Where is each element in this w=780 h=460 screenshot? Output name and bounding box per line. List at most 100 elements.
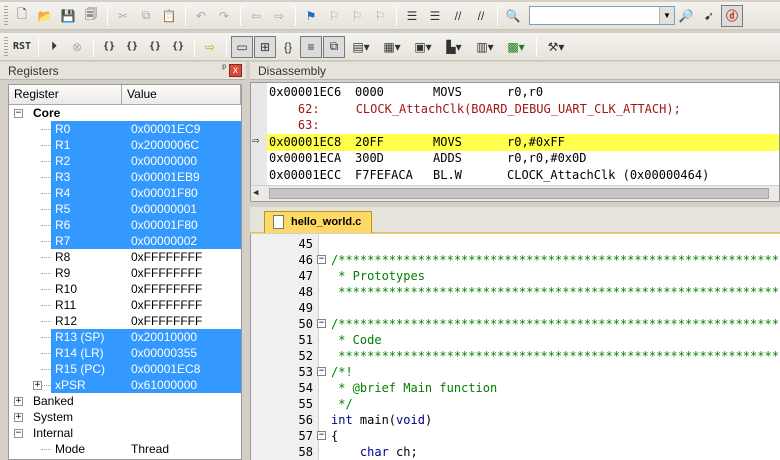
register-row[interactable]: R10 0xFFFFFFFF (9, 281, 241, 297)
register-value[interactable]: 0xFFFFFFFF (131, 281, 202, 297)
register-value[interactable]: 0xFFFFFFFF (131, 265, 202, 281)
call-stack-window-icon[interactable]: ⧉ (323, 35, 345, 58)
step-into-icon[interactable]: {} (98, 36, 120, 58)
find-combo[interactable]: ▼ (529, 6, 675, 25)
step-over-icon[interactable]: {} (121, 36, 143, 58)
register-row[interactable]: R13 (SP) 0x20010000 (9, 329, 241, 345)
register-row[interactable]: R14 (LR) 0x00000355 (9, 345, 241, 361)
reset-button[interactable]: RST (11, 36, 33, 58)
navigate-back-icon[interactable]: ⇦ (245, 5, 267, 27)
symbols-window-icon[interactable]: {} (277, 36, 299, 58)
register-row[interactable]: R5 0x00000001 (9, 201, 241, 217)
register-value[interactable]: 0x00000002 (131, 233, 197, 249)
code-line[interactable]: 58 char ch; (251, 444, 780, 460)
value-column-heading[interactable]: Value (122, 85, 241, 104)
disassembly-window-icon[interactable]: ⊞ (254, 35, 276, 58)
register-row[interactable]: R11 0xFFFFFFFF (9, 297, 241, 313)
fold-toggle-icon[interactable]: − (317, 431, 326, 440)
next-bookmark-icon[interactable]: ⚐ (346, 5, 368, 27)
register-row[interactable]: + Banked (9, 393, 241, 409)
register-row[interactable]: − Core (9, 105, 241, 121)
scrollbar-thumb[interactable] (269, 188, 769, 199)
register-value[interactable]: 0x00000000 (131, 153, 197, 169)
close-icon[interactable]: x (229, 64, 242, 77)
new-file-icon[interactable]: 🗋 (11, 5, 33, 27)
save-icon[interactable]: 💾 (57, 5, 79, 27)
save-all-icon[interactable]: 🗐 (80, 5, 102, 27)
register-value[interactable]: 0x00000001 (131, 201, 197, 217)
incremental-find-icon[interactable]: ➹ (698, 5, 720, 27)
register-column-heading[interactable]: Register (9, 85, 123, 104)
register-row[interactable]: R6 0x00001F80 (9, 217, 241, 233)
register-row[interactable]: R0 0x00001EC9 (9, 121, 241, 137)
tab-hello-world-c[interactable]: hello_world.c (264, 211, 373, 233)
prev-bookmark-icon[interactable]: ⚐ (323, 5, 345, 27)
debug-session-icon[interactable]: ⓓ (721, 4, 743, 27)
register-row[interactable]: R1 0x2000006C (9, 137, 241, 153)
disassembly-horizontal-scrollbar[interactable]: ◀ (251, 185, 779, 201)
source-editor[interactable]: 45 46−/**********************************… (250, 234, 780, 460)
register-row[interactable]: R12 0xFFFFFFFF (9, 313, 241, 329)
run-icon[interactable]: ⏵ (43, 36, 65, 58)
register-row[interactable]: + xPSR 0x61000000 (9, 377, 241, 393)
undo-icon[interactable]: ↶ (190, 5, 212, 27)
code-line[interactable]: 47 * Prototypes (251, 268, 780, 284)
code-line[interactable]: 55 */ (251, 396, 780, 412)
system-viewer-icon[interactable]: ▩▾ (501, 36, 531, 58)
stop-icon[interactable]: ⊗ (66, 36, 88, 58)
find-icon[interactable]: 🔎 (675, 5, 697, 27)
scroll-left-icon[interactable]: ◀ (253, 188, 258, 198)
chevron-down-icon[interactable]: ▼ (659, 7, 674, 24)
collapse-icon[interactable]: − (14, 429, 23, 438)
bookmark-flag-icon[interactable]: ⚑ (300, 5, 322, 27)
navigate-forward-icon[interactable]: ⇨ (268, 5, 290, 27)
code-line[interactable]: 45 (251, 236, 780, 252)
find-in-files-icon[interactable]: 🔍 (502, 5, 524, 27)
register-value[interactable]: 0x00001EC8 (131, 361, 200, 377)
register-value[interactable]: Thread (131, 441, 169, 457)
register-row[interactable]: + System (9, 409, 241, 425)
disassembly-view[interactable]: 0x00001EC6 0000 MOVS r0,r0 62: CLOCK_Attach… (250, 82, 780, 202)
disassembly-line[interactable]: 0x00001EC6 0000 MOVS r0,r0 (267, 84, 779, 101)
register-value[interactable]: 0x00001EC9 (131, 121, 200, 137)
redo-icon[interactable]: ↷ (213, 5, 235, 27)
analysis-windows-icon[interactable]: ▙▾ (439, 36, 469, 58)
disassembly-line[interactable]: 0x00001EC8 20FF MOVS r0,#0xFF (267, 133, 779, 151)
toolbox-icon[interactable]: ⚒▾ (541, 36, 571, 58)
register-row[interactable]: R4 0x00001F80 (9, 185, 241, 201)
expand-icon[interactable]: + (33, 381, 42, 390)
code-line[interactable]: 54 * @brief Main function (251, 380, 780, 396)
expand-icon[interactable]: + (14, 397, 23, 406)
show-next-statement-icon[interactable]: ⇨ (199, 36, 221, 58)
code-line[interactable]: 57−{ (251, 428, 780, 444)
step-out-icon[interactable]: {} (144, 36, 166, 58)
collapse-icon[interactable]: − (14, 109, 23, 118)
register-value[interactable]: 0x00001EB9 (131, 169, 200, 185)
code-line[interactable]: 49 (251, 300, 780, 316)
register-value[interactable]: 0x00001F80 (131, 185, 198, 201)
registers-window-icon[interactable]: ≡ (300, 35, 322, 58)
register-value[interactable]: 0x20010000 (131, 329, 197, 345)
register-value[interactable]: 0x00000355 (131, 345, 197, 361)
registers-tree[interactable]: Register Value − Core R0 0x00001EC9 R1 0x2000… (8, 84, 242, 460)
register-row[interactable]: R15 (PC) 0x00001EC8 (9, 361, 241, 377)
paste-icon[interactable]: 📋 (158, 5, 180, 27)
fold-toggle-icon[interactable]: − (317, 367, 326, 376)
register-row[interactable]: R2 0x00000000 (9, 153, 241, 169)
register-value[interactable]: 0xFFFFFFFF (131, 313, 202, 329)
comment-icon[interactable]: // (447, 5, 469, 27)
fold-toggle-icon[interactable]: − (317, 255, 326, 264)
register-row[interactable]: Mode Thread (9, 441, 241, 457)
serial-windows-icon[interactable]: ▣▾ (408, 36, 438, 58)
register-value[interactable]: 0x2000006C (131, 137, 199, 153)
toolbar-grip[interactable] (4, 5, 8, 26)
memory-windows-icon[interactable]: ▦▾ (377, 36, 407, 58)
code-line[interactable]: 48 *************************************… (251, 284, 780, 300)
toolbar-grip[interactable] (4, 36, 8, 57)
disassembly-line[interactable]: 0x00001ECA 300D ADDS r0,r0,#0x0D (267, 150, 779, 167)
register-value[interactable]: 0x61000000 (131, 377, 197, 393)
indent-icon[interactable]: ☰ (401, 5, 423, 27)
pin-icon[interactable]: ᵖ (222, 63, 226, 74)
register-row[interactable]: R9 0xFFFFFFFF (9, 265, 241, 281)
expand-icon[interactable]: + (14, 413, 23, 422)
